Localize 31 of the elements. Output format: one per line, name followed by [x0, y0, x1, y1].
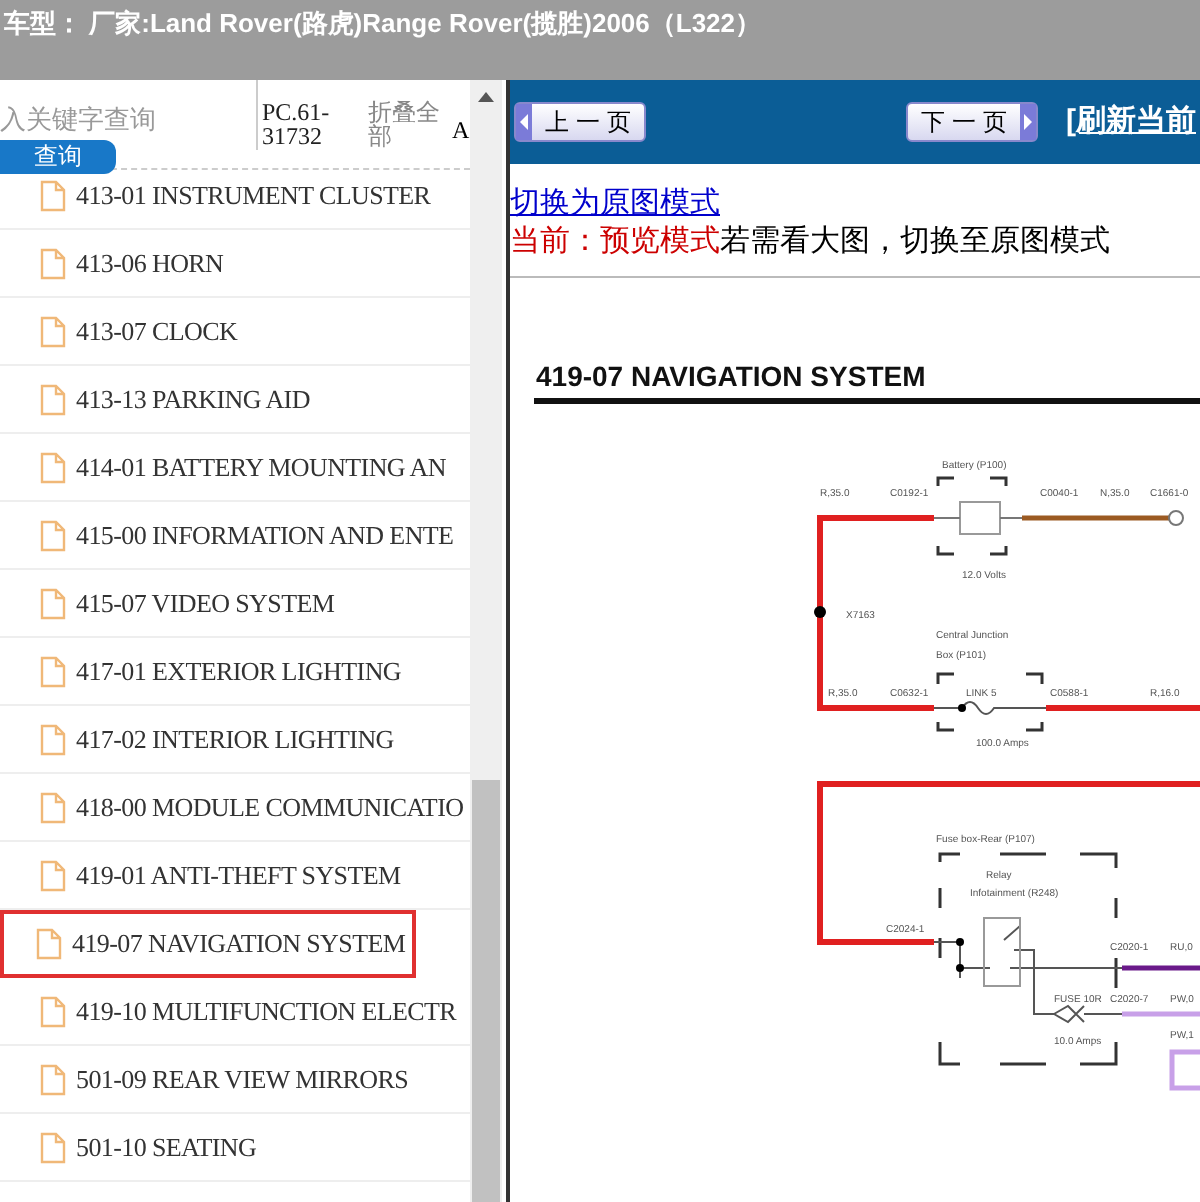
scroll-up-icon[interactable] [478, 92, 494, 102]
document-icon [40, 383, 66, 415]
document-icon [40, 995, 66, 1027]
part-code: PC.61-31732 [256, 80, 356, 150]
tree-item[interactable]: 419-07 NAVIGATION SYSTEM [0, 910, 416, 978]
window-title: 车型： 厂家:Land Rover(路虎)Range Rover(揽胜)2006（L322） [4, 6, 762, 42]
document-icon [40, 1131, 66, 1163]
search-field[interactable]: 入关键字查询 [0, 100, 250, 139]
column-header: A [452, 114, 470, 148]
document-icon [40, 723, 66, 755]
original-mode-link[interactable]: 切换为原图模式 [510, 184, 720, 222]
search-button[interactable]: 查询 [0, 139, 116, 173]
next-page-button[interactable]: 下 一 页 [906, 102, 1038, 142]
document-icon [40, 791, 66, 823]
refresh-link[interactable]: [刷新当前 [1066, 99, 1196, 145]
document-icon [40, 315, 66, 347]
scrollbar-thumb[interactable] [472, 780, 500, 1202]
document-icon [40, 655, 66, 687]
section-title: 419-07 NAVIGATION SYSTEM [536, 360, 926, 392]
document-icon [40, 519, 66, 551]
document-icon [40, 859, 66, 891]
document-icon [40, 247, 66, 279]
mode-notice: 当前：预览模式若需看大图，切换至原图模式 [510, 222, 1112, 260]
document-icon [40, 587, 66, 619]
document-icon [40, 451, 66, 483]
scrollbar[interactable] [470, 80, 502, 1202]
document-icon [36, 928, 62, 960]
collapse-all-button[interactable]: 折叠全部 [368, 100, 448, 148]
document-icon [40, 1063, 66, 1095]
previous-page-button[interactable]: 上 一 页 [514, 102, 646, 142]
document-icon [40, 179, 66, 211]
